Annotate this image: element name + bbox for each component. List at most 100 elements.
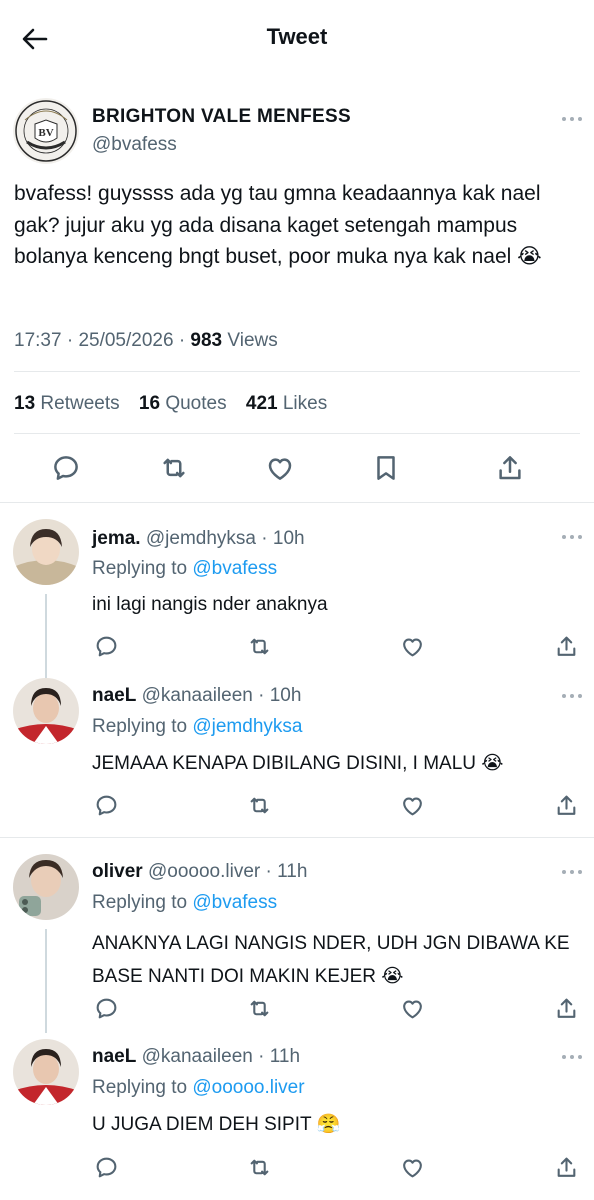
replying-to: Replying to @jemdhyksa [92, 716, 302, 738]
share-button[interactable] [492, 450, 528, 486]
avatar[interactable] [13, 854, 79, 920]
share-icon [499, 456, 521, 480]
replying-to: Replying to @bvafess [92, 892, 277, 914]
display-name[interactable]: naeL [92, 1046, 136, 1067]
reply-time[interactable]: 10h [273, 528, 305, 549]
retweet-icon [250, 1159, 268, 1175]
reply-actions [0, 994, 594, 1022]
share-icon [557, 795, 575, 815]
reply-time[interactable]: 10h [270, 685, 302, 706]
share-button[interactable] [552, 1153, 580, 1181]
reply-header: oliver @ooooo.liver · 11h [92, 861, 307, 883]
replying-label: Replying to [92, 558, 188, 579]
avatar[interactable] [13, 1039, 79, 1105]
username[interactable]: @ooooo.liver [148, 861, 260, 882]
display-name[interactable]: naeL [92, 685, 136, 706]
reply-button[interactable] [92, 994, 120, 1022]
meta-separator: · [258, 1046, 270, 1067]
share-icon [557, 998, 575, 1018]
username[interactable]: @kanaaileen [142, 1046, 253, 1067]
more-options-icon[interactable] [562, 1054, 582, 1060]
reply-time[interactable]: 11h [277, 861, 307, 882]
bookmark-button[interactable] [368, 450, 404, 486]
heart-icon [268, 458, 292, 480]
reply-button[interactable] [48, 450, 84, 486]
more-options-icon[interactable] [562, 693, 582, 699]
divider [14, 371, 580, 372]
like-button[interactable] [398, 632, 426, 660]
mention-link[interactable]: @jemdhyksa [192, 716, 302, 737]
replying-label: Replying to [92, 892, 188, 913]
avatar[interactable] [13, 519, 79, 585]
reply-button[interactable] [92, 632, 120, 660]
retweet-button[interactable] [245, 632, 273, 660]
divider [0, 502, 594, 503]
quotes-stat[interactable]: 16 Quotes [139, 393, 227, 414]
username[interactable]: @jemdhyksa [146, 528, 256, 549]
display-name[interactable]: oliver [92, 861, 143, 882]
like-button[interactable] [398, 1153, 426, 1181]
mention-link[interactable]: @bvafess [192, 892, 277, 913]
like-button[interactable] [262, 450, 298, 486]
retweet-icon [250, 797, 268, 813]
tweet-time[interactable]: 17:37 [14, 330, 62, 351]
likes-stat[interactable]: 421 Likes [246, 393, 327, 414]
reply-button[interactable] [92, 791, 120, 819]
replying-label: Replying to [92, 1077, 188, 1098]
retweets-count: 13 [14, 393, 36, 414]
meta-separator: · [66, 330, 79, 351]
username[interactable]: @kanaaileen [142, 685, 253, 706]
reply-text: JEMAAA KENAPA DIBILANG DISINI, I MALU 😭 [92, 753, 504, 774]
svg-text:BV: BV [38, 127, 53, 139]
more-options-icon[interactable] [562, 116, 582, 122]
retweet-button[interactable] [245, 791, 273, 819]
heart-icon [402, 1158, 422, 1177]
retweet-button[interactable] [245, 1153, 273, 1181]
retweets-stat[interactable]: 13 Retweets [14, 393, 120, 414]
avatar[interactable] [13, 678, 79, 744]
display-name[interactable]: BRIGHTON VALE MENFESS [92, 106, 351, 128]
tweet-actions [0, 450, 594, 486]
reply-text: ini lagi nangis nder anaknya [92, 594, 328, 615]
engagement-stats: 13 Retweets 16 Quotes 421 Likes [14, 393, 341, 415]
share-icon [557, 1157, 575, 1177]
more-options-icon[interactable] [562, 869, 582, 875]
tweet-date[interactable]: 25/05/2026 [78, 330, 173, 351]
retweets-label: Retweets [40, 393, 120, 414]
reply-button[interactable] [92, 1153, 120, 1181]
heart-icon [402, 637, 422, 656]
username[interactable]: @bvafess [92, 134, 177, 156]
replying-to: Replying to @ooooo.liver [92, 1077, 305, 1099]
more-options-icon[interactable] [562, 534, 582, 540]
reply-icon [96, 636, 116, 656]
retweet-icon [163, 458, 185, 478]
quotes-label: Quotes [165, 393, 227, 414]
retweet-icon [250, 1000, 268, 1016]
retweet-button[interactable] [156, 450, 192, 486]
retweet-icon [250, 638, 268, 654]
share-button[interactable] [552, 994, 580, 1022]
meta-separator: · [258, 685, 270, 706]
like-button[interactable] [398, 994, 426, 1022]
quotes-count: 16 [138, 393, 161, 414]
heart-icon [402, 796, 422, 815]
share-button[interactable] [552, 632, 580, 660]
tweet-meta: 17:37 · 25/05/2026 · 983 Views [14, 330, 278, 352]
tweet-text: bvafess! guyssss ada yg tau gmna keadaan… [14, 182, 542, 268]
like-button[interactable] [398, 791, 426, 819]
reply-text: U JUGA DIEM DEH SIPIT 😤 [92, 1114, 341, 1135]
mention-link[interactable]: @bvafess [192, 558, 277, 579]
display-name[interactable]: jema. [92, 528, 141, 549]
meta-separator: · [261, 528, 273, 549]
share-button[interactable] [552, 791, 580, 819]
divider [14, 433, 580, 434]
reply-header: naeL @kanaaileen · 11h [92, 1046, 300, 1068]
avatar[interactable]: BV [13, 98, 79, 164]
profile-photo [13, 1039, 79, 1105]
meta-separator: · [265, 861, 278, 882]
reply-time[interactable]: 11h [270, 1046, 300, 1067]
heart-icon [402, 999, 422, 1018]
share-icon [557, 636, 575, 656]
retweet-button[interactable] [245, 994, 273, 1022]
mention-link[interactable]: @ooooo.liver [192, 1077, 304, 1098]
